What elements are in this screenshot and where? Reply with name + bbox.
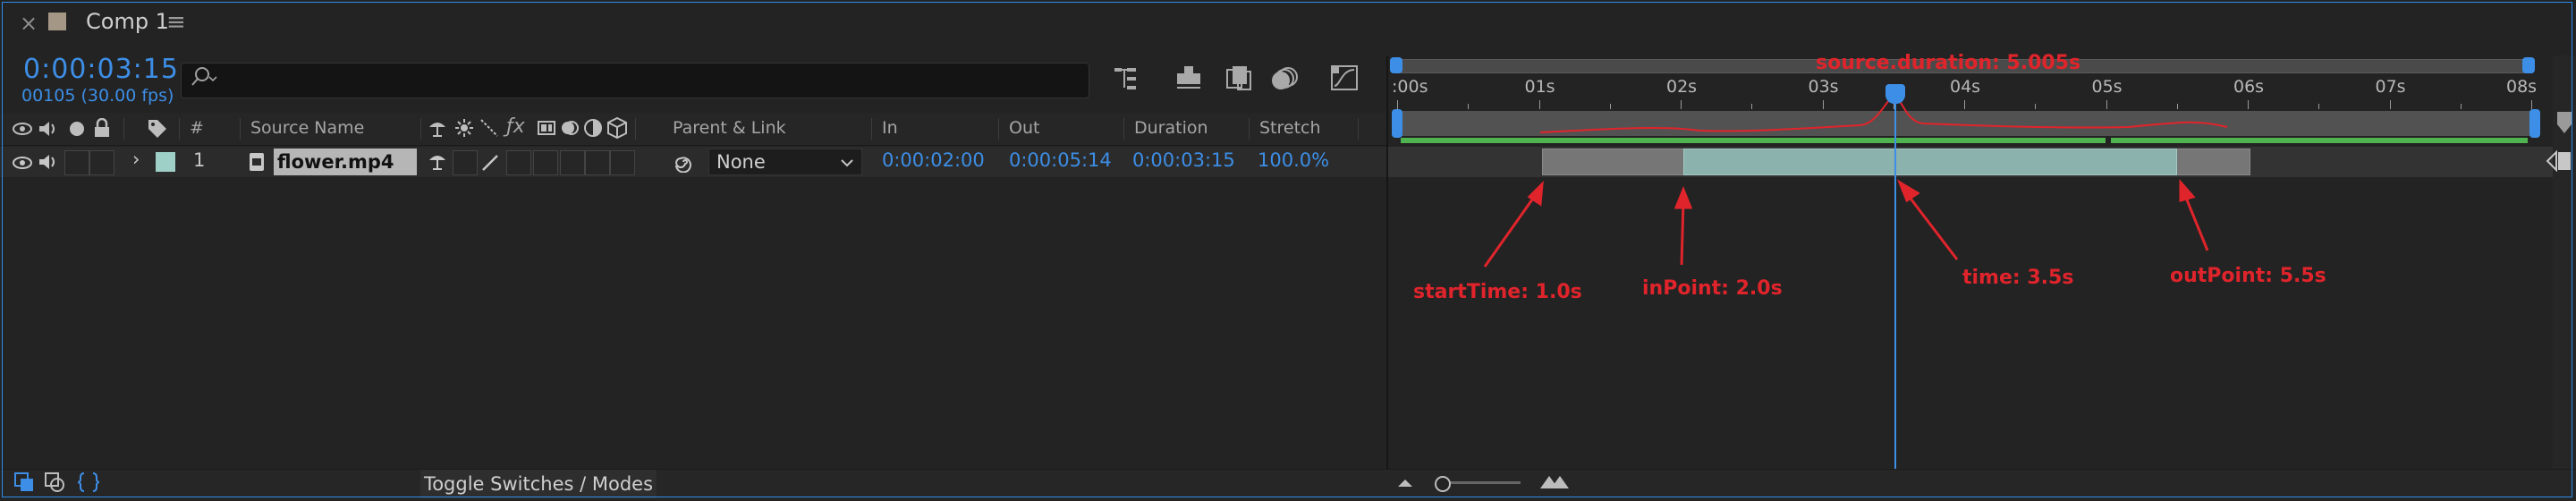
annotation-overlay — [1483, 95, 2228, 267]
toggle-switches-modes-button[interactable]: Toggle Switches / Modes — [420, 470, 657, 498]
zoom-out-icon[interactable] — [1395, 476, 1415, 488]
current-time-indicator-line[interactable] — [1894, 97, 1896, 469]
current-time-indicator-head[interactable] — [1885, 84, 1905, 104]
zoom-slider-knob[interactable] — [1435, 476, 1451, 492]
modes-pane-icon[interactable] — [43, 471, 66, 499]
in-out-duration-pane-icon[interactable] — [77, 471, 100, 499]
annotation-time: time: 3.5s — [1962, 267, 2074, 289]
zoom-in-icon[interactable] — [1538, 472, 1571, 490]
annotation-out-point: outPoint: 5.5s — [2170, 265, 2326, 287]
timeline-footer — [0, 469, 2576, 500]
annotation-start-time: startTime: 1.0s — [1413, 281, 1582, 303]
layer-switches-pane-icon[interactable] — [13, 471, 36, 499]
annotation-in-point: inPoint: 2.0s — [1642, 277, 1783, 300]
annotation-source-duration: source.duration: 5.005s — [1816, 52, 2081, 74]
zoom-slider-track[interactable] — [1440, 481, 1521, 484]
